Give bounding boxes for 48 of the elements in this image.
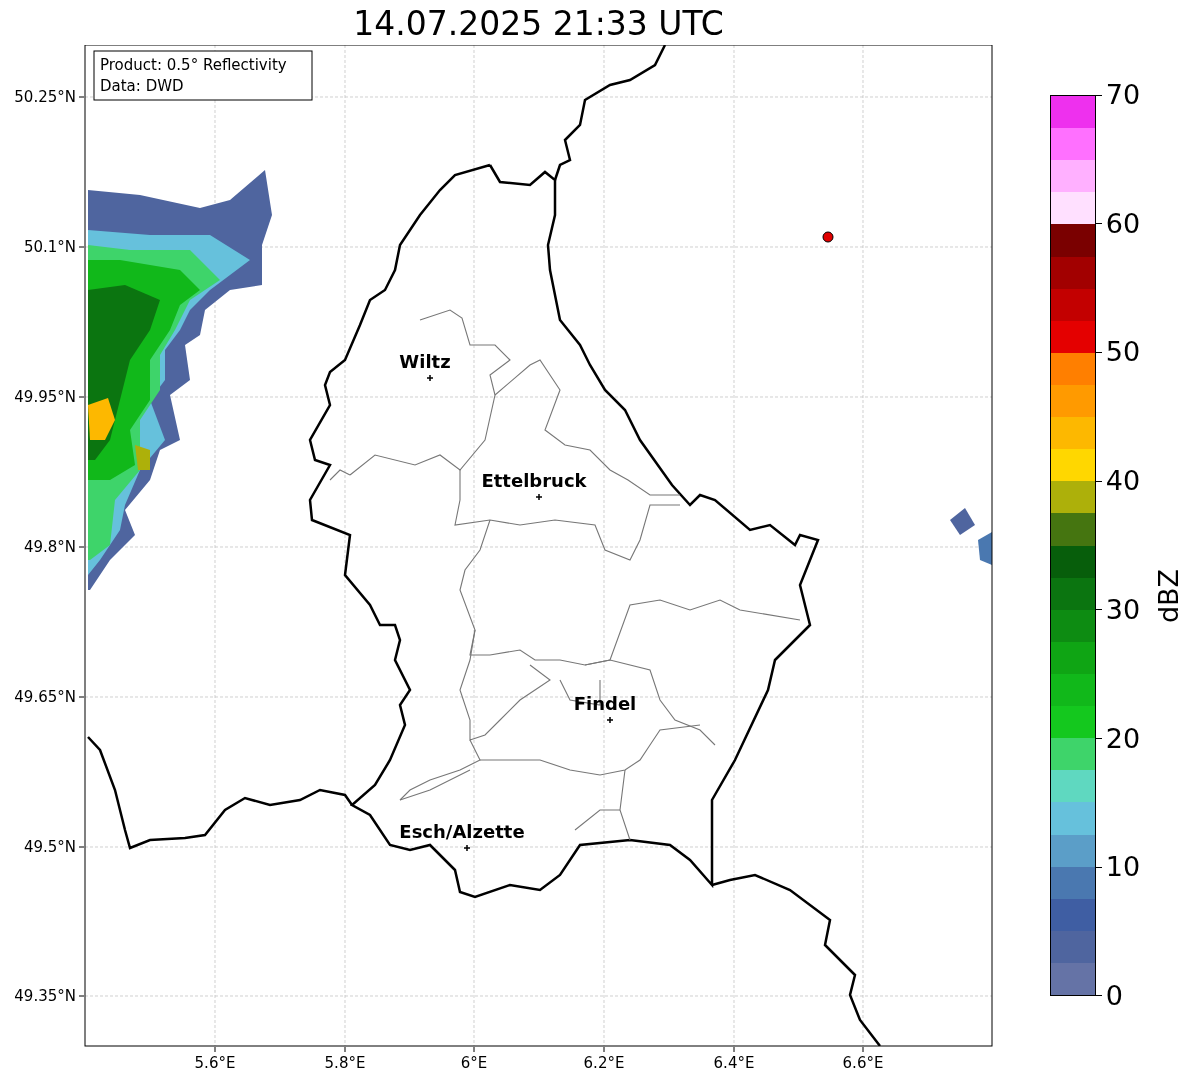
city-label: Ettelbruck (481, 470, 587, 491)
colorbar-label: dBZ (1153, 568, 1184, 624)
lon-tick-label: 6.6°E (842, 1054, 884, 1072)
colorbar-tick-label: 60 (1105, 208, 1141, 239)
city-label: Findel (573, 693, 637, 714)
colorbar-tick-label: 40 (1105, 466, 1141, 497)
lat-tick-label: 50.1°N (23, 238, 76, 256)
lat-tick (78, 546, 85, 548)
info-text: Product: 0.5° Reflectivity (100, 56, 287, 74)
lat-tick-label: 49.35°N (14, 987, 76, 1005)
city-marker (606, 716, 614, 724)
city-marker (463, 844, 471, 852)
lon-tick (862, 1046, 864, 1053)
info-text: Data: DWD (100, 77, 184, 95)
city-label: Wiltz (399, 351, 451, 372)
colorbar-tick-label: 50 (1105, 337, 1141, 368)
lat-tick-label: 50.25°N (14, 88, 76, 106)
lon-tick (344, 1046, 346, 1053)
colorbar-tick-label: 30 (1105, 594, 1141, 625)
lat-tick-label: 49.5°N (23, 838, 76, 856)
chart-title: 14.07.2025 21:33 UTC (353, 3, 724, 45)
lat-tick-label: 49.95°N (14, 388, 76, 406)
lon-tick-label: 5.8°E (324, 1054, 366, 1072)
city-marker (426, 374, 434, 382)
city-marker (535, 493, 543, 501)
city-label: Esch/Alzette (399, 821, 525, 842)
lat-tick (78, 995, 85, 997)
lon-tick-label: 6.4°E (713, 1054, 755, 1072)
colorbar-tick-label: 10 (1105, 852, 1141, 883)
lat-tick (78, 96, 85, 98)
radar-echo-drawing (950, 508, 992, 565)
lat-tick-label: 49.8°N (23, 538, 76, 556)
lat-tick (78, 846, 85, 848)
radar-site-marker (822, 231, 834, 243)
colorbar-tick-label: 70 (1105, 80, 1141, 110)
lat-tick-label: 49.65°N (14, 688, 76, 706)
lon-tick-label: 6°E (460, 1054, 488, 1072)
lon-tick (214, 1046, 216, 1053)
lat-tick (78, 396, 85, 398)
colorbar-tick-label: 20 (1105, 723, 1141, 754)
lon-tick (733, 1046, 735, 1053)
lon-tick-label: 5.6°E (194, 1054, 236, 1072)
lon-tick-label: 6.2°E (583, 1054, 625, 1072)
colorbar-tick-label: 0 (1105, 980, 1123, 1011)
lon-tick (473, 1046, 475, 1053)
lon-tick (603, 1046, 605, 1053)
lat-tick (78, 696, 85, 698)
lat-tick (78, 246, 85, 248)
